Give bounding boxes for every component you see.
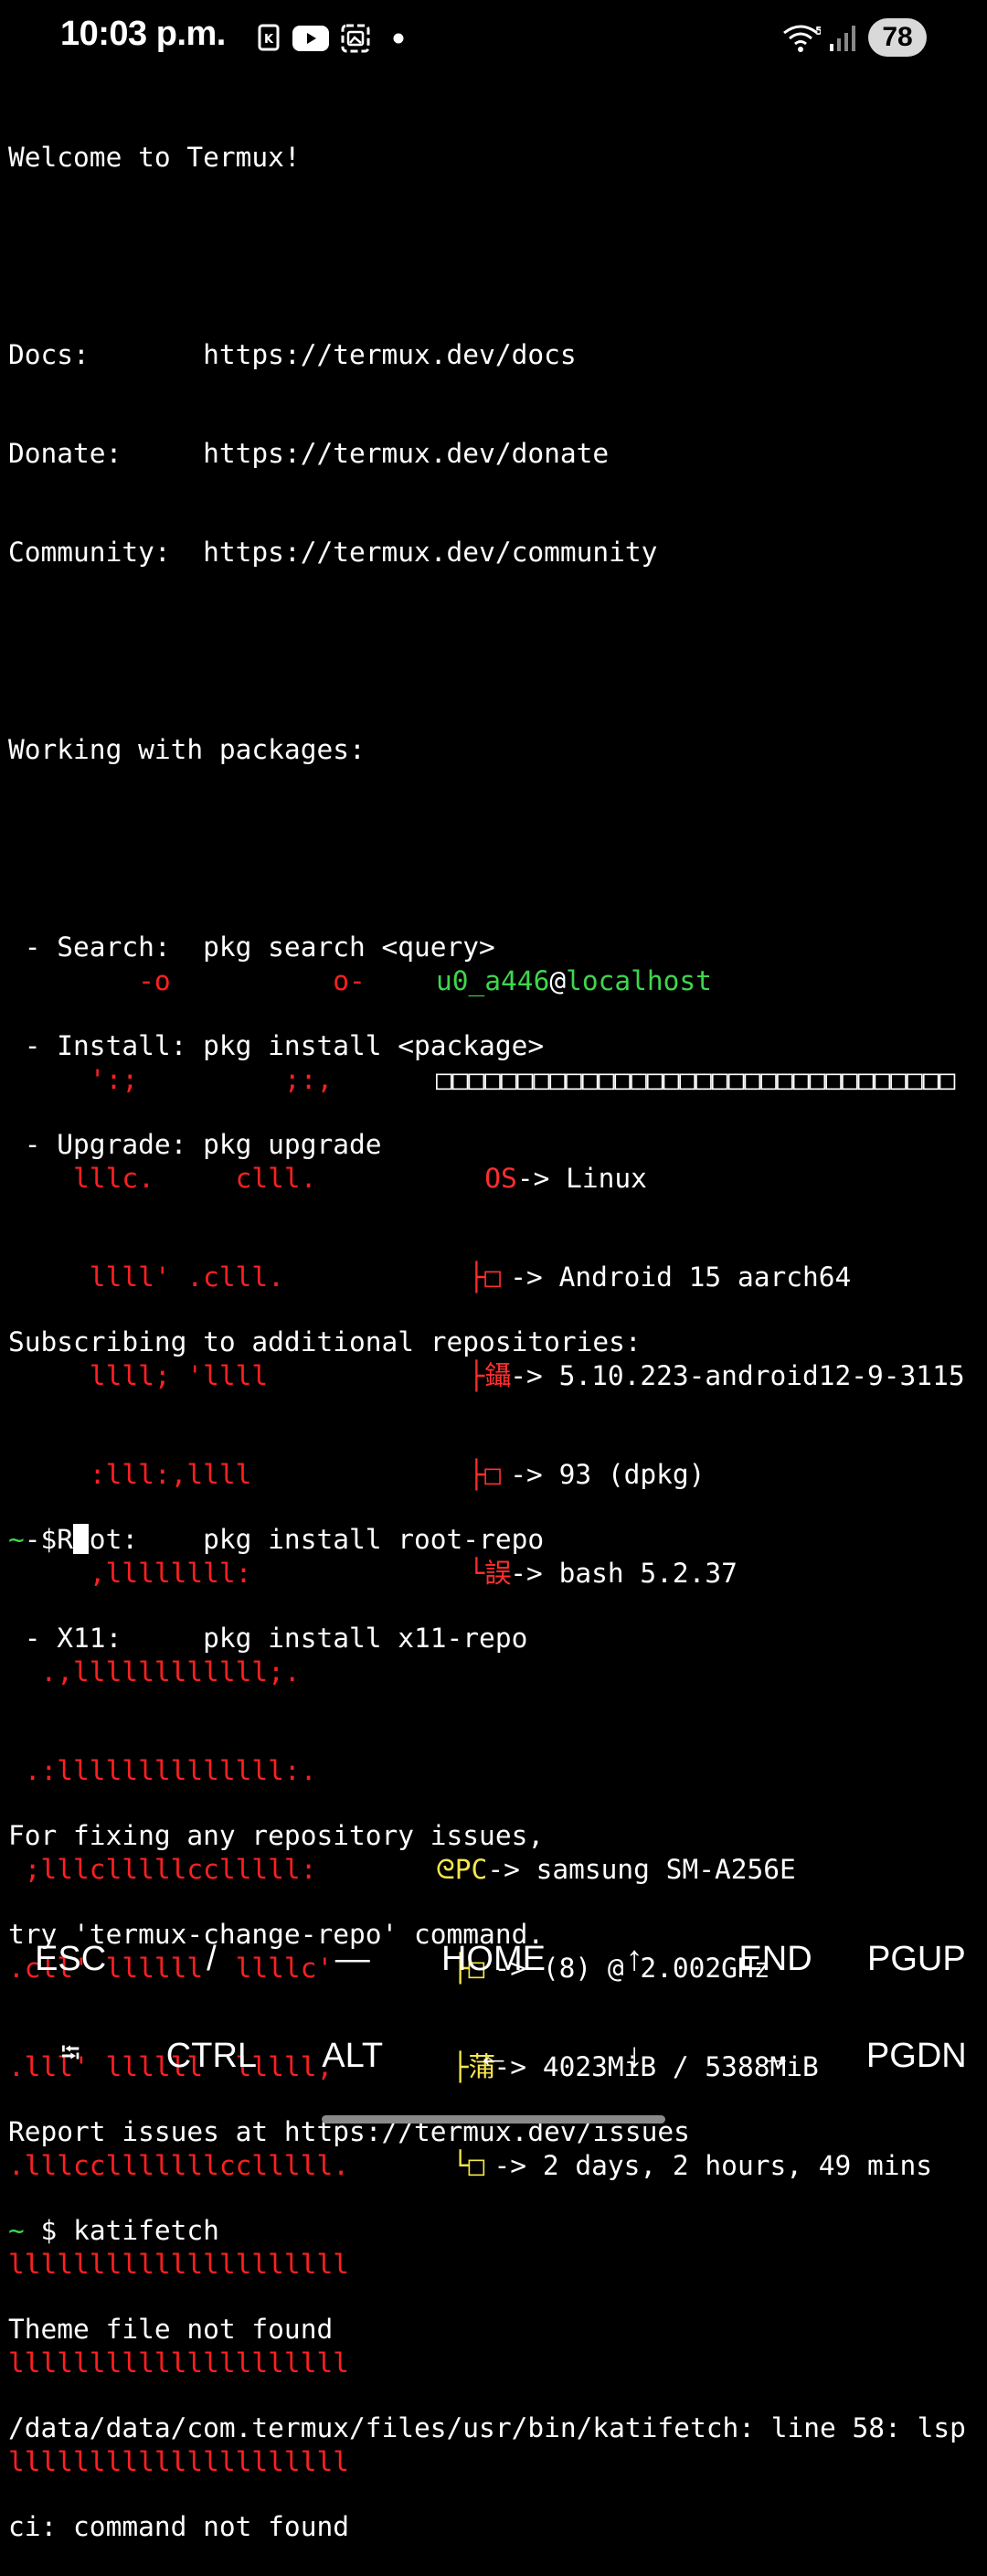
prompt-dollar: $ bbox=[24, 1524, 74, 1555]
terminal-prompt[interactable]: ~ $ bbox=[8, 1523, 90, 1556]
text-cursor bbox=[73, 1524, 90, 1554]
status-time: 10:03 p.m. bbox=[60, 15, 226, 53]
fetch-row: └誤 -> bash 5.2.37 bbox=[468, 1558, 738, 1589]
fetch-row: ├鑷 -> 5.10.223-android12-9-3115 bbox=[468, 1360, 965, 1391]
pgdn-key[interactable]: PGDN bbox=[846, 2037, 987, 2076]
donate-link[interactable]: https://termux.dev/donate bbox=[203, 438, 609, 469]
community-line: Community: https://termux.dev/community bbox=[8, 537, 658, 568]
pc-icon: ᘓ bbox=[436, 1854, 455, 1885]
slash-key[interactable]: / bbox=[141, 1940, 281, 1979]
fetch-row: ├□ -> 93 (dpkg) bbox=[468, 1459, 706, 1490]
status-bar: 10:03 p.m. K 5 78 bbox=[0, 0, 987, 77]
error-line-3: ci: command not found bbox=[8, 2511, 349, 2542]
esc-key[interactable]: ESC bbox=[0, 1940, 141, 1979]
extra-keys-row-2: ⭾ CTRL ALT ← ↓ → PGDN bbox=[0, 2007, 987, 2104]
packages-header: Working with packages: bbox=[8, 734, 366, 765]
youtube-icon bbox=[292, 26, 329, 51]
up-arrow-key[interactable]: ↑ bbox=[564, 1940, 705, 1979]
svg-text:K: K bbox=[264, 33, 274, 47]
ascii-art-logo: -o o- ':; ;:, lllc. clll. llll' .clll. l… bbox=[8, 965, 366, 2477]
wifi-icon: 5 bbox=[783, 25, 821, 52]
extra-keys-bar: ESC / — HOME ↑ END PGUP ⭾ CTRL ALT ← ↓ →… bbox=[0, 1911, 987, 2104]
home-key[interactable]: HOME bbox=[423, 1940, 564, 1979]
donate-line: Donate: https://termux.dev/donate bbox=[8, 438, 610, 469]
signal-icon bbox=[830, 26, 855, 51]
ctrl-key[interactable]: CTRL bbox=[141, 2037, 281, 2076]
fetch-separator: □□□□□□□□□□□□□□□□□□□□□□□□□□□□□□□□ bbox=[436, 1064, 956, 1095]
end-key[interactable]: END bbox=[705, 1940, 845, 1979]
dash-key[interactable]: — bbox=[282, 1940, 423, 1979]
docs-link[interactable]: https://termux.dev/docs bbox=[203, 339, 577, 370]
fetch-pc: ᘓPC-> samsung SM-A256E bbox=[436, 1854, 796, 1885]
battery-icon: 78 bbox=[868, 18, 927, 57]
wifi-badge: 5 bbox=[815, 25, 821, 37]
fetch-os: OS-> Linux bbox=[484, 1163, 647, 1194]
fetch-user-host: u0_a446@localhost bbox=[436, 965, 712, 996]
prompt-tilde: ~ bbox=[8, 1524, 25, 1555]
down-arrow-key[interactable]: ↓ bbox=[564, 2037, 705, 2076]
right-arrow-key[interactable]: → bbox=[705, 2037, 845, 2076]
fetch-row: ├□ -> Android 15 aarch64 bbox=[468, 1261, 852, 1293]
gesture-nav-bar[interactable] bbox=[322, 2115, 665, 2124]
community-link[interactable]: https://termux.dev/community bbox=[203, 537, 657, 568]
extra-keys-row-1: ESC / — HOME ↑ END PGUP bbox=[0, 1911, 987, 2007]
sim-card-icon: K bbox=[258, 24, 280, 51]
gallery-icon bbox=[341, 24, 370, 53]
left-arrow-key[interactable]: ← bbox=[423, 2037, 564, 2076]
notification-dot-icon bbox=[393, 33, 404, 44]
docs-line: Docs: https://termux.dev/docs bbox=[8, 339, 577, 370]
alt-key[interactable]: ALT bbox=[282, 2037, 423, 2076]
welcome-line: Welcome to Termux! bbox=[8, 142, 301, 173]
pgup-key[interactable]: PGUP bbox=[846, 1940, 987, 1979]
tab-key[interactable]: ⭾ bbox=[0, 2034, 141, 2078]
fetch-row: └□ -> 2 days, 2 hours, 49 mins bbox=[451, 2150, 933, 2181]
